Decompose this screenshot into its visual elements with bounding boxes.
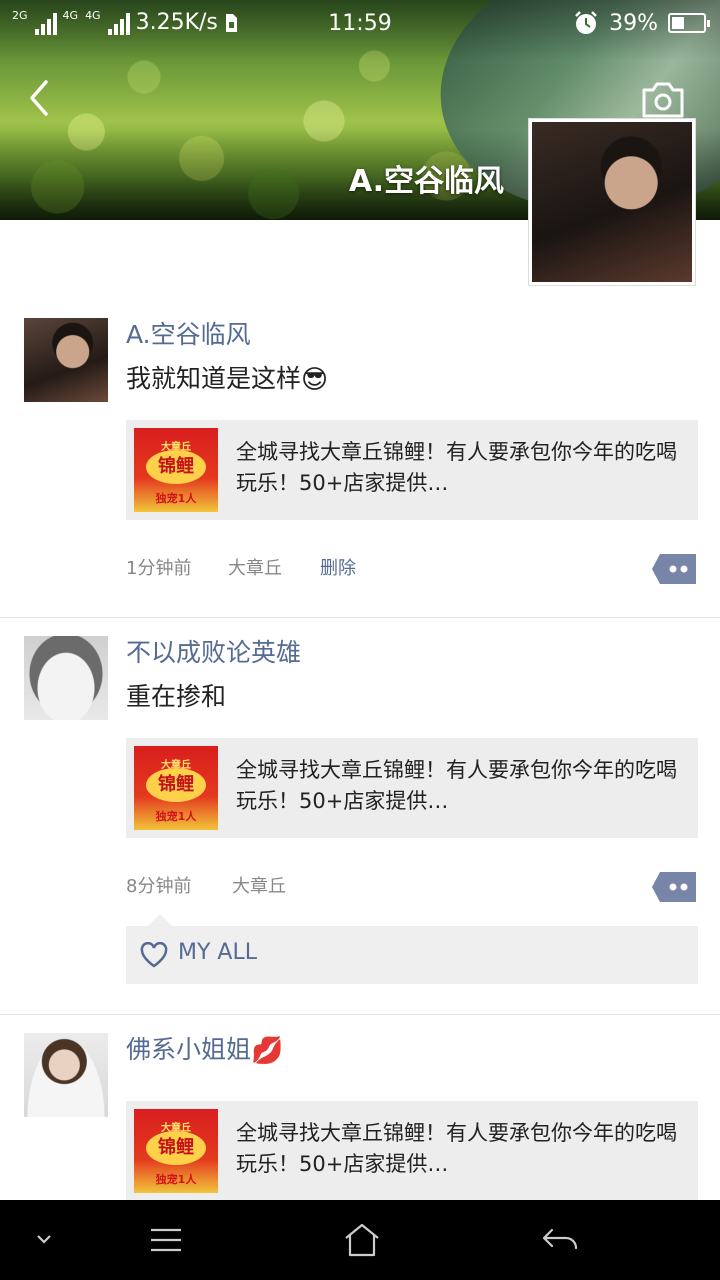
likes-section: MY ALL: [126, 914, 698, 984]
link-title: 全城寻找大章丘锦鲤！有人要承包你今年的吃喝玩乐！50+店家提供…: [236, 758, 677, 813]
post-body: 佛系小姐姐💋 大章丘 锦鲤 独宠1人 全城寻找大章丘锦鲤！有人要承包你今年的吃喝…: [126, 1033, 698, 1201]
thumb-bottom-text: 独宠1人: [155, 492, 197, 505]
nav-menu-button[interactable]: [146, 1222, 186, 1258]
battery-percent: 39%: [609, 10, 658, 36]
status-right: 39%: [573, 10, 710, 36]
return-icon: [542, 1228, 578, 1250]
shared-link-card[interactable]: 大章丘 锦鲤 独宠1人 全城寻找大章丘锦鲤！有人要承包你今年的吃喝玩乐！50+店…: [126, 738, 698, 838]
post-time: 1分钟前: [126, 558, 192, 579]
link-thumbnail: 大章丘 锦鲤 独宠1人: [134, 746, 218, 830]
nav-down-button[interactable]: [30, 1222, 70, 1258]
lips-emoji-icon: 💋: [251, 1036, 284, 1066]
camera-icon: [642, 82, 684, 118]
post-username[interactable]: A.空谷临风: [126, 318, 696, 352]
profile-avatar-image: [532, 122, 692, 282]
thumb-bottom-text: 独宠1人: [155, 1173, 197, 1186]
link-thumbnail: 大章丘 锦鲤 独宠1人: [134, 428, 218, 512]
feed-post: 不以成败论英雄 重在掺和 大章丘 锦鲤 独宠1人 全城寻找大章丘锦鲤！有人要承包…: [0, 618, 720, 1015]
post-body: A.空谷临风 我就知道是这样😎 大章丘 锦鲤 独宠1人 全城寻找大章丘锦鲤！有人…: [126, 318, 698, 616]
back-button[interactable]: [24, 78, 54, 118]
link-thumbnail: 大章丘 锦鲤 独宠1人: [134, 1109, 218, 1193]
link-title: 全城寻找大章丘锦鲤！有人要承包你今年的吃喝玩乐！50+店家提供…: [236, 440, 677, 495]
comment-more-icon[interactable]: [652, 872, 696, 902]
home-icon: [345, 1223, 379, 1257]
back-chevron-icon: [30, 80, 48, 116]
chevron-down-icon: [37, 1235, 51, 1244]
status-bar: 2G 4G 4G 3.25K/s 11:59 39%: [0, 0, 720, 48]
liker-name[interactable]: MY ALL: [178, 940, 257, 965]
link-title: 全城寻找大章丘锦鲤！有人要承包你今年的吃喝玩乐！50+店家提供…: [236, 1121, 677, 1176]
profile-avatar[interactable]: [528, 118, 696, 286]
post-meta: 8分钟前 大章丘: [126, 838, 696, 934]
menu-icon: [151, 1228, 181, 1252]
moments-feed: A.空谷临风 我就知道是这样😎 大章丘 锦鲤 独宠1人 全城寻找大章丘锦鲤！有人…: [0, 300, 720, 1215]
camera-button[interactable]: [640, 80, 686, 120]
nav-home-button[interactable]: [342, 1222, 382, 1258]
alarm-icon: [575, 11, 597, 34]
delete-button[interactable]: 删除: [320, 554, 356, 580]
post-location[interactable]: 大章丘: [228, 554, 282, 580]
post-username-text: 佛系小姐姐: [126, 1035, 252, 1064]
thumb-middle-text: 锦鲤: [146, 450, 206, 484]
post-text: 重在掺和: [126, 682, 227, 711]
feed-post: A.空谷临风 我就知道是这样😎 大章丘 锦鲤 独宠1人 全城寻找大章丘锦鲤！有人…: [0, 300, 720, 618]
battery-icon: [668, 13, 710, 33]
shared-link-card[interactable]: 大章丘 锦鲤 独宠1人 全城寻找大章丘锦鲤！有人要承包你今年的吃喝玩乐！50+店…: [126, 1101, 698, 1201]
user-avatar[interactable]: [24, 318, 108, 402]
post-location[interactable]: 大章丘: [232, 872, 286, 898]
post-text-content: 我就知道是这样: [126, 364, 302, 393]
thumb-middle-text: 锦鲤: [146, 768, 206, 802]
thumb-bottom-text: 独宠1人: [155, 810, 197, 823]
heart-icon: [140, 942, 168, 968]
post-text: 我就知道是这样😎: [126, 362, 696, 396]
profile-name: A.空谷临风: [348, 164, 504, 199]
post-time: 8分钟前: [126, 876, 192, 897]
thumb-middle-text: 锦鲤: [146, 1131, 206, 1165]
nav-back-button[interactable]: [540, 1222, 580, 1258]
post-username[interactable]: 佛系小姐姐💋: [126, 1033, 696, 1067]
sunglasses-emoji-icon: 😎: [301, 365, 329, 395]
post-body: 不以成败论英雄 重在掺和 大章丘 锦鲤 独宠1人 全城寻找大章丘锦鲤！有人要承包…: [126, 636, 698, 984]
post-username[interactable]: 不以成败论英雄: [126, 636, 696, 670]
user-avatar[interactable]: [24, 1033, 108, 1117]
system-nav-bar: [0, 1200, 720, 1280]
user-avatar[interactable]: [24, 636, 108, 720]
shared-link-card[interactable]: 大章丘 锦鲤 独宠1人 全城寻找大章丘锦鲤！有人要承包你今年的吃喝玩乐！50+店…: [126, 420, 698, 520]
feed-post: 佛系小姐姐💋 大章丘 锦鲤 独宠1人 全城寻找大章丘锦鲤！有人要承包你今年的吃喝…: [0, 1015, 720, 1215]
post-meta: 1分钟前 大章丘 删除: [126, 520, 696, 616]
comment-more-icon[interactable]: [652, 554, 696, 584]
